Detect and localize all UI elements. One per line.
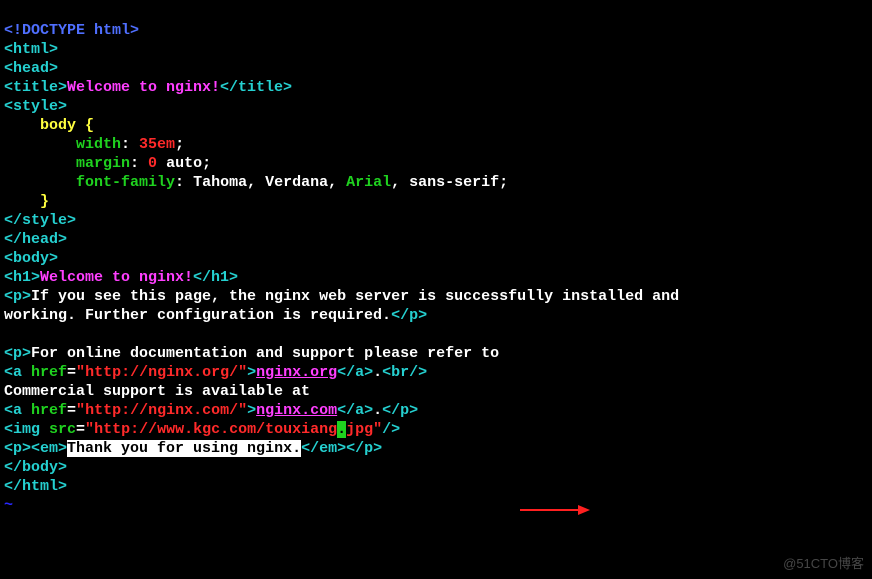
- link2-url: http://nginx.com/: [85, 402, 238, 419]
- eq: =: [67, 364, 76, 381]
- tag-h1-close: </h1>: [193, 269, 238, 286]
- tag-html-open: <html>: [4, 41, 58, 58]
- eq: =: [76, 421, 85, 438]
- tag-end: >: [247, 364, 256, 381]
- tag-img-open: <img: [4, 421, 40, 438]
- tag-h1-open: <h1>: [4, 269, 40, 286]
- tag-p-open: <p>: [4, 440, 31, 457]
- attr-href: href: [22, 402, 67, 419]
- vim-tilde: ~: [4, 497, 13, 514]
- quote: ": [85, 421, 94, 438]
- colon: :: [121, 136, 139, 153]
- quote: ": [238, 402, 247, 419]
- css-ff-tail: , sans-serif: [391, 174, 499, 191]
- tag-html-close: </html>: [4, 478, 67, 495]
- css-margin-key: margin: [76, 155, 130, 172]
- tag-a-close: </a>: [337, 402, 373, 419]
- tag-br: <br/>: [382, 364, 427, 381]
- tag-head-open: <head>: [4, 60, 58, 77]
- link2-text: nginx.com: [256, 402, 337, 419]
- doctype-decl: <!DOCTYPE html>: [4, 22, 139, 39]
- tag-body-open: <body>: [4, 250, 58, 267]
- css-width-key: width: [76, 136, 121, 153]
- tag-end: >: [247, 402, 256, 419]
- tag-p-close: </p>: [346, 440, 382, 457]
- para1: If you see this page, the nginx web serv…: [31, 288, 679, 305]
- semi: ;: [499, 174, 508, 191]
- tag-selfclose: />: [382, 421, 400, 438]
- colon: :: [175, 174, 184, 191]
- tag-em-close: </em>: [301, 440, 346, 457]
- tag-a-open: <a: [4, 402, 22, 419]
- tag-a-close: </a>: [337, 364, 373, 381]
- tag-head-close: </head>: [4, 231, 67, 248]
- tag-p-open: <p>: [4, 345, 31, 362]
- code-editor-view[interactable]: <!DOCTYPE html> <html> <head> <title>Wel…: [0, 0, 872, 517]
- tag-p-close: </p>: [382, 402, 418, 419]
- css-ff-arial: Arial: [346, 174, 391, 191]
- watermark-text: @51CTO博客: [783, 554, 864, 573]
- tag-title-close: </title>: [220, 79, 292, 96]
- css-selector: body: [40, 117, 76, 134]
- dot: .: [373, 364, 382, 381]
- para3: Commercial support is available at: [4, 383, 310, 400]
- para2: For online documentation and support ple…: [31, 345, 499, 362]
- css-width-val: 35em: [139, 136, 175, 153]
- para1b: working. Further configuration is requir…: [4, 307, 391, 324]
- semi: ;: [175, 136, 184, 153]
- attr-src: src: [40, 421, 76, 438]
- css-ff-vals: Tahoma, Verdana,: [184, 174, 346, 191]
- attr-href: href: [22, 364, 67, 381]
- eq: =: [67, 402, 76, 419]
- tag-body-close: </body>: [4, 459, 67, 476]
- link1-text: nginx.org: [256, 364, 337, 381]
- quote: ": [373, 421, 382, 438]
- text-cursor: .: [337, 421, 346, 438]
- css-margin-tail: auto: [157, 155, 202, 172]
- semi: ;: [202, 155, 211, 172]
- css-ff-key: font-family: [76, 174, 175, 191]
- h1-text: Welcome to nginx!: [40, 269, 193, 286]
- colon: :: [130, 155, 148, 172]
- img-url-post: jpg: [346, 421, 373, 438]
- link1-url: http://nginx.org/: [85, 364, 238, 381]
- tag-p-open: <p>: [4, 288, 31, 305]
- selected-text: Thank you for using nginx.: [67, 440, 301, 457]
- tag-title-open: <title>: [4, 79, 67, 96]
- tag-a-open: <a: [4, 364, 22, 381]
- tag-style-open: <style>: [4, 98, 67, 115]
- quote: ": [76, 402, 85, 419]
- img-url-pre: http://www.kgc.com/touxiang: [94, 421, 337, 438]
- css-brace-open: {: [76, 117, 94, 134]
- tag-style-close: </style>: [4, 212, 76, 229]
- tag-em-open: <em>: [31, 440, 67, 457]
- css-brace-close: }: [40, 193, 49, 210]
- dot: .: [373, 402, 382, 419]
- quote: ": [238, 364, 247, 381]
- title-text: Welcome to nginx!: [67, 79, 220, 96]
- css-margin-v0: 0: [148, 155, 157, 172]
- tag-p-close: </p>: [391, 307, 427, 324]
- quote: ": [76, 364, 85, 381]
